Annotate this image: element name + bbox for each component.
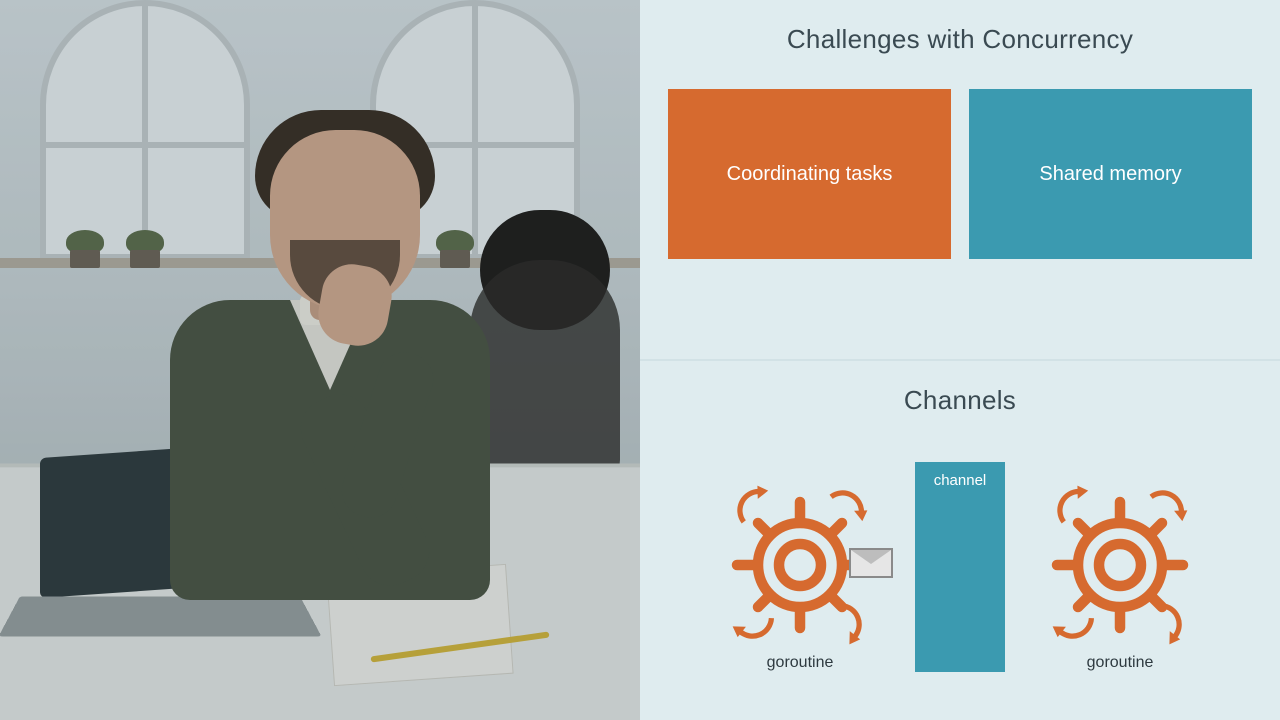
- card-coordinating-tasks: Coordinating tasks: [668, 89, 951, 259]
- goroutine-label: goroutine: [1087, 654, 1154, 672]
- envelope-icon: [849, 548, 893, 578]
- channel: channel: [915, 462, 1005, 672]
- goroutine-label: goroutine: [767, 654, 834, 672]
- slide-title: Challenges with Concurrency: [640, 0, 1280, 55]
- channel-label: channel: [934, 472, 987, 489]
- card-label: Shared memory: [1039, 163, 1181, 186]
- hero-photo: [0, 0, 640, 720]
- slide-challenges: Challenges with Concurrency Coordinating…: [640, 0, 1280, 359]
- card-shared-memory: Shared memory: [969, 89, 1252, 259]
- goroutine-left: goroutine: [725, 490, 875, 672]
- challenge-cards: Coordinating tasks Shared memory: [640, 89, 1280, 259]
- gear-icon: [725, 490, 875, 640]
- slide-stack: Challenges with Concurrency Coordinating…: [640, 0, 1280, 720]
- slide-channels: Channels: [640, 359, 1280, 720]
- channels-diagram: goroutine channel: [640, 442, 1280, 672]
- course-thumbnail: Challenges with Concurrency Coordinating…: [0, 0, 1280, 720]
- slide-title: Channels: [640, 361, 1280, 416]
- gear-icon: [1045, 490, 1195, 640]
- card-label: Coordinating tasks: [727, 163, 893, 186]
- channel-box: channel: [915, 462, 1005, 672]
- goroutine-right: goroutine: [1045, 490, 1195, 672]
